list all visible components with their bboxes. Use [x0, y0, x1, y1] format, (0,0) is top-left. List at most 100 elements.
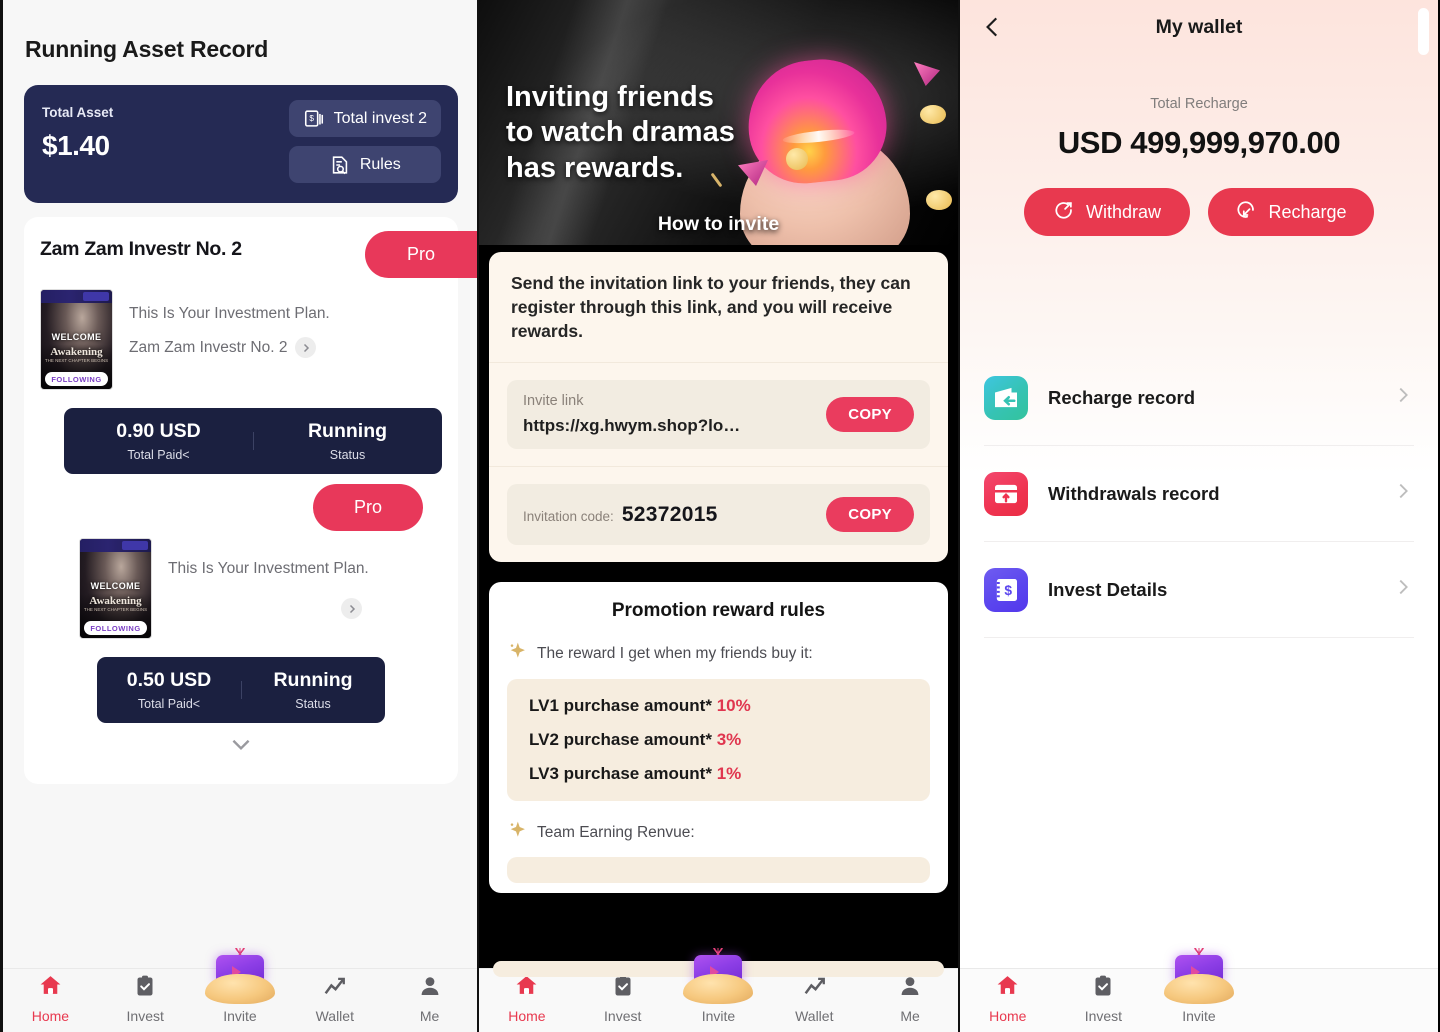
- plan-stats-1: 0.90 USD Total Paid< Running Status: [64, 408, 442, 474]
- poster-movie-title: Awakening: [89, 595, 142, 608]
- invitation-code-label: Invitation code:: [523, 508, 614, 524]
- document-search-icon: [329, 154, 351, 176]
- nav-label-me: Me: [419, 1008, 440, 1024]
- invitation-code-texts: Invitation code: 52372015: [523, 503, 718, 527]
- movie-poster-1[interactable]: WELCOME Awakening THE NEXT CHAPTER BEGIN…: [40, 289, 113, 390]
- menu-item-recharge-record[interactable]: Recharge record: [984, 350, 1414, 446]
- plan-name-row-2[interactable]: [341, 598, 362, 619]
- total-paid-value-2: 0.50 USD: [126, 669, 212, 691]
- rule-bullet-2: Team Earning Renvue:: [489, 801, 948, 845]
- lv3-text: LV3 purchase amount*: [529, 764, 717, 784]
- movie-poster-2[interactable]: WELCOME Awakening THE NEXT CHAPTER BEGIN…: [79, 538, 152, 639]
- lv2-percent: 3%: [716, 730, 742, 750]
- total-recharge-label: Total Recharge: [1150, 96, 1248, 112]
- nav-item-home[interactable]: Home: [960, 973, 1056, 1032]
- promotion-reward-rules-card: Promotion reward rules The reward I get …: [489, 582, 948, 894]
- invite-link-field[interactable]: Invite link https://xg.hwym.shop?lo… COP…: [507, 380, 930, 450]
- wallet-actions: Withdraw Recharge: [960, 188, 1438, 236]
- bottom-nav-panel1: Home Invest Invite Wallet Me: [3, 948, 477, 1032]
- rules-label: Rules: [359, 155, 401, 173]
- panel-invite: Inviting friends to watch dramas has rew…: [479, 0, 958, 1032]
- plan-stats-2: 0.50 USD Total Paid< Running Status: [97, 657, 385, 723]
- total-asset-card: Total Asset $1.40 $ Total invest 2 Rules: [24, 85, 458, 203]
- team-earning-box-partial: [507, 857, 930, 884]
- menu-item-invest-details[interactable]: $ Invest Details: [984, 542, 1414, 638]
- clipboard-check-icon: [133, 974, 157, 1003]
- chevron-right-icon: [1392, 384, 1414, 411]
- nav-label-invest: Invest: [604, 1008, 642, 1024]
- nav-item-invite[interactable]: Invite: [193, 948, 288, 1032]
- nav-label-invest: Invest: [126, 1008, 164, 1024]
- cake-icon: [1163, 942, 1234, 1004]
- total-paid-cell-2: 0.50 USD Total Paid<: [97, 669, 241, 711]
- nav-label-home: Home: [989, 1008, 1027, 1024]
- status-label-2: Status: [295, 697, 331, 711]
- home-icon: [995, 973, 1020, 1003]
- plan-name-1: Zam Zam Investr No. 2: [129, 338, 288, 356]
- chevron-left-icon[interactable]: [980, 14, 1006, 40]
- invite-card: Send the invitation link to your friends…: [489, 252, 948, 563]
- plan-body-2: WELCOME Awakening THE NEXT CHAPTER BEGIN…: [24, 532, 458, 639]
- wallet-menu-list: Recharge record Withdrawals record $ Inv…: [960, 350, 1438, 638]
- plan-text-1: This Is Your Investment Plan. Zam Zam In…: [129, 289, 442, 390]
- rules-button[interactable]: Rules: [288, 146, 441, 183]
- home-icon: [514, 973, 539, 1003]
- menu-label-invest-details: Invest Details: [1048, 578, 1168, 600]
- nav-label-home: Home: [508, 1008, 546, 1024]
- nav-item-me[interactable]: Me: [382, 974, 477, 1032]
- panel-running-asset-record: Running Asset Record Total Asset $1.40 $…: [0, 0, 479, 1032]
- card-out-icon: [984, 471, 1028, 516]
- poster-subtitle: THE NEXT CHAPTER BEGINS: [83, 607, 148, 613]
- total-paid-label-2: Total Paid<: [137, 697, 201, 711]
- nav-item-me[interactable]: Me: [862, 974, 958, 1032]
- nav-item-invite[interactable]: Invite: [1151, 948, 1247, 1032]
- lv3-percent: 1%: [716, 764, 742, 784]
- svg-text:$: $: [309, 113, 314, 122]
- nav-item-invest[interactable]: Invest: [575, 974, 671, 1032]
- menu-item-withdrawals-record[interactable]: Withdrawals record: [984, 446, 1414, 542]
- invitation-code-field[interactable]: Invitation code: 52372015 COPY: [507, 484, 930, 546]
- nav-item-invest[interactable]: Invest: [1056, 974, 1152, 1032]
- poster-welcome: WELCOME: [90, 580, 141, 591]
- invite-link-value: https://xg.hwym.shop?lo…: [523, 416, 741, 436]
- pro-badge-1[interactable]: Pro: [365, 231, 477, 278]
- total-invest-button[interactable]: $ Total invest 2: [288, 100, 441, 137]
- nav-item-home[interactable]: Home: [3, 973, 98, 1032]
- nav-item-home[interactable]: Home: [479, 973, 575, 1032]
- pro-badge-2[interactable]: Pro: [313, 484, 423, 531]
- expand-more-button[interactable]: [24, 731, 458, 762]
- withdraw-label: Withdraw: [1085, 201, 1161, 222]
- page-title: Running Asset Record: [25, 36, 269, 62]
- nav-label-me: Me: [900, 1008, 920, 1024]
- nav-label-home: Home: [31, 1008, 70, 1024]
- level-row: LV2 purchase amount* 3%: [529, 730, 908, 750]
- plan-name-row-1[interactable]: Zam Zam Investr No. 2: [129, 337, 442, 358]
- invitation-code-value: 52372015: [621, 502, 718, 526]
- sparkle-icon: [507, 820, 527, 845]
- level-row: LV1 purchase amount* 10%: [529, 696, 908, 716]
- total-paid-cell-1: 0.90 USD Total Paid<: [64, 420, 253, 462]
- nav-label-wallet: Wallet: [795, 1008, 834, 1024]
- invoice-dollar-icon: $: [303, 108, 325, 130]
- chevron-right-icon[interactable]: [341, 598, 362, 619]
- withdraw-button[interactable]: Withdraw: [1024, 188, 1190, 236]
- nav-item-invest[interactable]: Invest: [98, 974, 193, 1032]
- nav-item-invite[interactable]: Invite: [671, 948, 767, 1032]
- hero-headline: Inviting friends to watch dramas has rew…: [506, 81, 735, 184]
- copy-code-button[interactable]: COPY: [826, 497, 914, 533]
- invite-link-label: Invite link: [523, 393, 584, 410]
- nav-item-wallet[interactable]: Wallet: [766, 973, 862, 1032]
- svg-text:$: $: [1004, 582, 1012, 597]
- asset-actions: $ Total invest 2 Rules: [288, 100, 441, 183]
- chevron-right-icon[interactable]: [295, 337, 317, 358]
- scrollbar-thumb[interactable]: [1418, 8, 1429, 55]
- poster-subtitle: THE NEXT CHAPTER BEGINS: [44, 358, 109, 364]
- level-rewards-box: LV1 purchase amount* 10% LV2 purchase am…: [507, 679, 930, 802]
- invite-description: Send the invitation link to your friends…: [489, 252, 948, 364]
- copy-link-button[interactable]: COPY: [826, 397, 914, 433]
- recharge-button[interactable]: Recharge: [1208, 188, 1374, 236]
- nav-item-spacer-1: [1247, 1024, 1343, 1032]
- nav-item-wallet[interactable]: Wallet: [287, 973, 382, 1032]
- status-cell-1: Running Status: [253, 420, 442, 462]
- coin-icon: [786, 148, 808, 170]
